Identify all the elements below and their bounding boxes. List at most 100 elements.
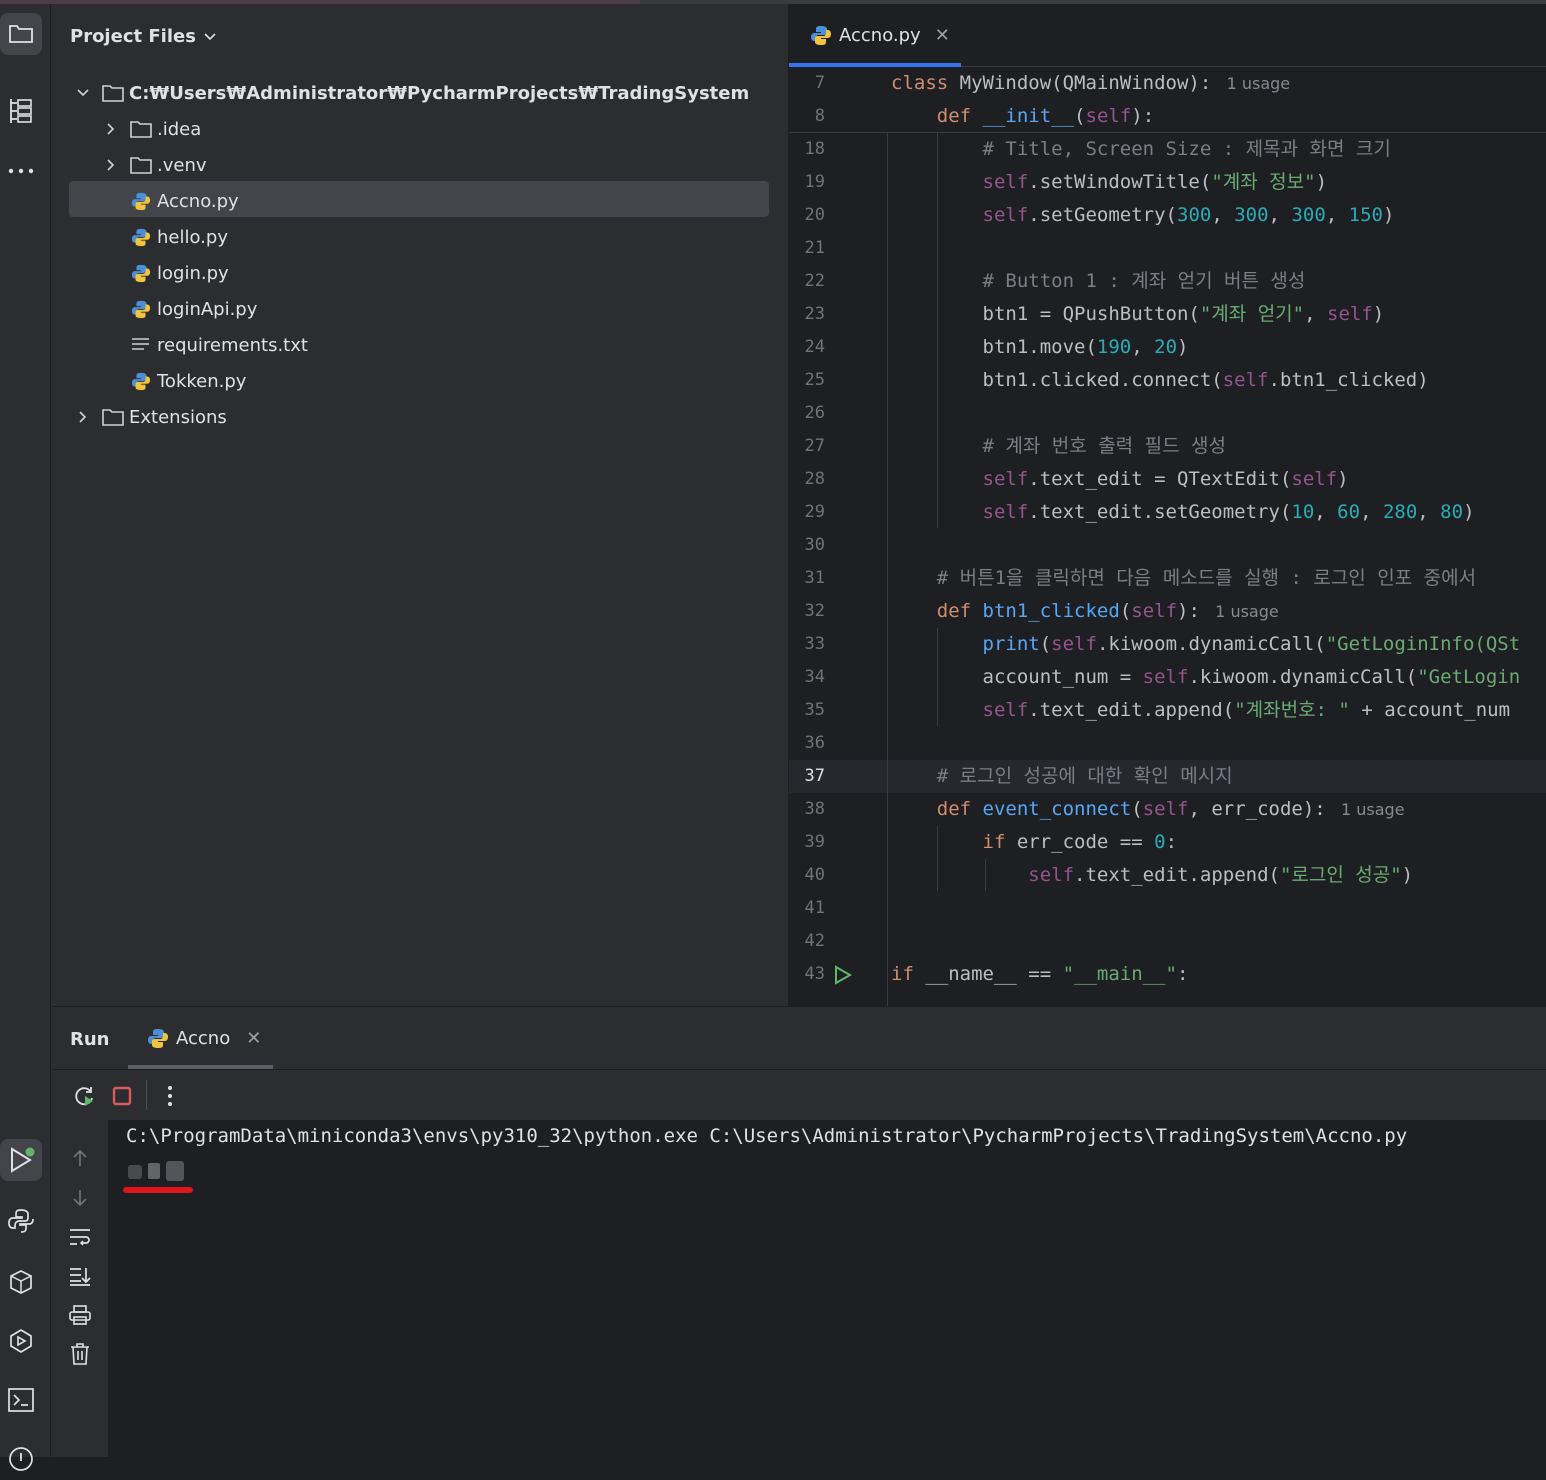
scroll-down-button[interactable]	[67, 1185, 93, 1211]
editor-tab-accno[interactable]: Accno.py ✕	[789, 4, 961, 67]
code-text: class MyWindow(QMainWindow): 1 usage	[891, 72, 1291, 94]
python-file-icon	[131, 264, 151, 283]
code-line[interactable]: 20 self.setGeometry(300, 300, 300, 150)	[789, 199, 1546, 232]
code-editor[interactable]: Accno.py ✕ 7 class MyWindow(QMainWindow):…	[789, 4, 1546, 1006]
code-line[interactable]: 36	[789, 727, 1546, 760]
code-text: # 버튼1을 클릭하면 다음 메소드를 실행 : 로그인 인포 중에서	[891, 567, 1477, 589]
code-line[interactable]: 31 # 버튼1을 클릭하면 다음 메소드를 실행 : 로그인 인포 중에서	[789, 562, 1546, 595]
packages-icon	[10, 1270, 32, 1294]
close-icon[interactable]: ✕	[935, 25, 950, 46]
folder-icon	[9, 25, 33, 43]
tree-item-login[interactable]: login.py	[129, 255, 229, 291]
code-line[interactable]: 37 # 로그인 성공에 대한 확인 메시지	[789, 760, 1546, 793]
run-tool-button[interactable]	[0, 1139, 42, 1181]
tree-item-hello[interactable]: hello.py	[129, 219, 228, 255]
terminal-button[interactable]	[0, 1379, 42, 1421]
indent-guide	[937, 133, 938, 528]
soft-wrap-button[interactable]	[67, 1224, 93, 1250]
folder-icon	[130, 121, 152, 138]
run-tab-accno[interactable]: Accno ✕	[128, 1007, 273, 1069]
code-line[interactable]: 28 self.text_edit = QTextEdit(self)	[789, 463, 1546, 496]
code-line[interactable]: 25 btn1.clicked.connect(self.btn1_clicke…	[789, 364, 1546, 397]
python-packages-button[interactable]	[0, 1261, 42, 1303]
close-icon[interactable]: ✕	[246, 1028, 261, 1049]
code-line[interactable]: 38 def event_connect(self, err_code): 1 …	[789, 793, 1546, 826]
python-file-icon	[131, 192, 151, 211]
chevron-right-icon	[107, 123, 115, 135]
code-line[interactable]: 7 class MyWindow(QMainWindow): 1 usage	[789, 67, 1546, 100]
tree-item-loginapi[interactable]: loginApi.py	[129, 291, 257, 327]
project-tool-button[interactable]	[0, 13, 42, 55]
code-text: if __name__ == "__main__":	[891, 963, 1189, 985]
tree-item-tokken[interactable]: Tokken.py	[129, 363, 246, 399]
run-icon	[11, 1147, 35, 1173]
clear-all-button[interactable]	[67, 1341, 93, 1367]
problems-button[interactable]	[0, 1438, 42, 1480]
python-console-button[interactable]	[0, 1200, 42, 1242]
tree-item-label: .idea	[157, 118, 202, 140]
python-file-icon	[131, 372, 151, 391]
code-line[interactable]: 42	[789, 925, 1546, 958]
code-line[interactable]: 21	[789, 232, 1546, 265]
tree-root[interactable]: C:₩Users₩Administrator₩PycharmProjects₩T…	[75, 75, 749, 111]
tree-item-idea[interactable]: .idea	[103, 111, 201, 147]
run-gutter-icon[interactable]	[833, 965, 853, 985]
line-number: 19	[804, 172, 825, 192]
usage-hint[interactable]: 1 usage	[1326, 800, 1405, 819]
code-line[interactable]: 32 def btn1_clicked(self): 1 usage	[789, 595, 1546, 628]
code-line[interactable]: 30	[789, 529, 1546, 562]
tree-item-extensions[interactable]: Extensions	[75, 399, 227, 435]
code-line[interactable]: 33 print(self.kiwoom.dynamicCall("GetLog…	[789, 628, 1546, 661]
scroll-to-end-button[interactable]	[67, 1263, 93, 1289]
stop-button[interactable]	[108, 1082, 136, 1110]
line-number: 41	[804, 898, 825, 918]
more-options-button[interactable]	[156, 1082, 184, 1110]
project-view-selector[interactable]: Project Files	[70, 26, 216, 47]
line-number: 38	[804, 799, 825, 819]
print-button[interactable]	[67, 1302, 93, 1328]
code-line[interactable]: 26	[789, 397, 1546, 430]
code-line[interactable]: 8 def __init__(self):	[789, 100, 1546, 133]
chevron-down-icon	[77, 89, 89, 97]
more-tools-button[interactable]	[0, 150, 42, 192]
code-line[interactable]: 27 # 계좌 번호 출력 필드 생성	[789, 430, 1546, 463]
tree-item-requirements[interactable]: requirements.txt	[129, 327, 308, 363]
code-line[interactable]: 39 if err_code == 0:	[789, 826, 1546, 859]
line-number: 7	[814, 73, 825, 93]
scroll-to-end-icon	[70, 1268, 91, 1286]
services-icon	[10, 1329, 32, 1353]
code-line[interactable]: 35 self.text_edit.append("계좌번호: " + acco…	[789, 694, 1546, 727]
code-line[interactable]: 24 btn1.move(190, 20)	[789, 331, 1546, 364]
line-number: 34	[804, 667, 825, 687]
code-line[interactable]: 22 # Button 1 : 계좌 얻기 버튼 생성	[789, 265, 1546, 298]
code-line[interactable]: 43 if __name__ == "__main__":	[789, 958, 1546, 991]
services-button[interactable]	[0, 1320, 42, 1362]
run-title: Run	[70, 1029, 110, 1050]
code-line[interactable]: 41	[789, 892, 1546, 925]
project-header-label: Project Files	[70, 26, 196, 47]
code-line[interactable]: 23 btn1 = QPushButton("계좌 얻기", self)	[789, 298, 1546, 331]
console-output[interactable]: C:\ProgramData\miniconda3\envs\py310_32\…	[126, 1125, 1407, 1147]
arrow-down-icon	[73, 1190, 87, 1207]
code-line[interactable]: 19 self.setWindowTitle("계좌 정보")	[789, 166, 1546, 199]
code-line[interactable]: 40 self.text_edit.append("로그인 성공")	[789, 859, 1546, 892]
structure-tool-button[interactable]	[0, 90, 42, 132]
python-file-icon	[148, 1029, 168, 1048]
folder-icon	[102, 409, 124, 426]
tree-item-venv[interactable]: .venv	[103, 147, 207, 183]
python-console-icon	[8, 1209, 34, 1233]
scroll-up-button[interactable]	[67, 1145, 93, 1171]
usage-hint[interactable]: 1 usage	[1200, 602, 1279, 621]
line-number: 27	[804, 436, 825, 456]
line-number: 8	[814, 106, 825, 126]
folder-icon	[102, 85, 124, 102]
code-line[interactable]: 29 self.text_edit.setGeometry(10, 60, 28…	[789, 496, 1546, 529]
usage-hint[interactable]: 1 usage	[1211, 74, 1291, 93]
run-toolbar	[51, 1070, 1546, 1120]
line-number: 40	[804, 865, 825, 885]
project-panel: Project Files C:₩Users₩Administrator₩Pyc…	[51, 4, 788, 1006]
code-line[interactable]: 18 # Title, Screen Size : 제목과 화면 크기	[789, 133, 1546, 166]
rerun-button[interactable]	[70, 1082, 98, 1110]
code-line[interactable]: 34 account_num = self.kiwoom.dynamicCall…	[789, 661, 1546, 694]
tree-item-accno[interactable]: Accno.py	[129, 183, 239, 219]
